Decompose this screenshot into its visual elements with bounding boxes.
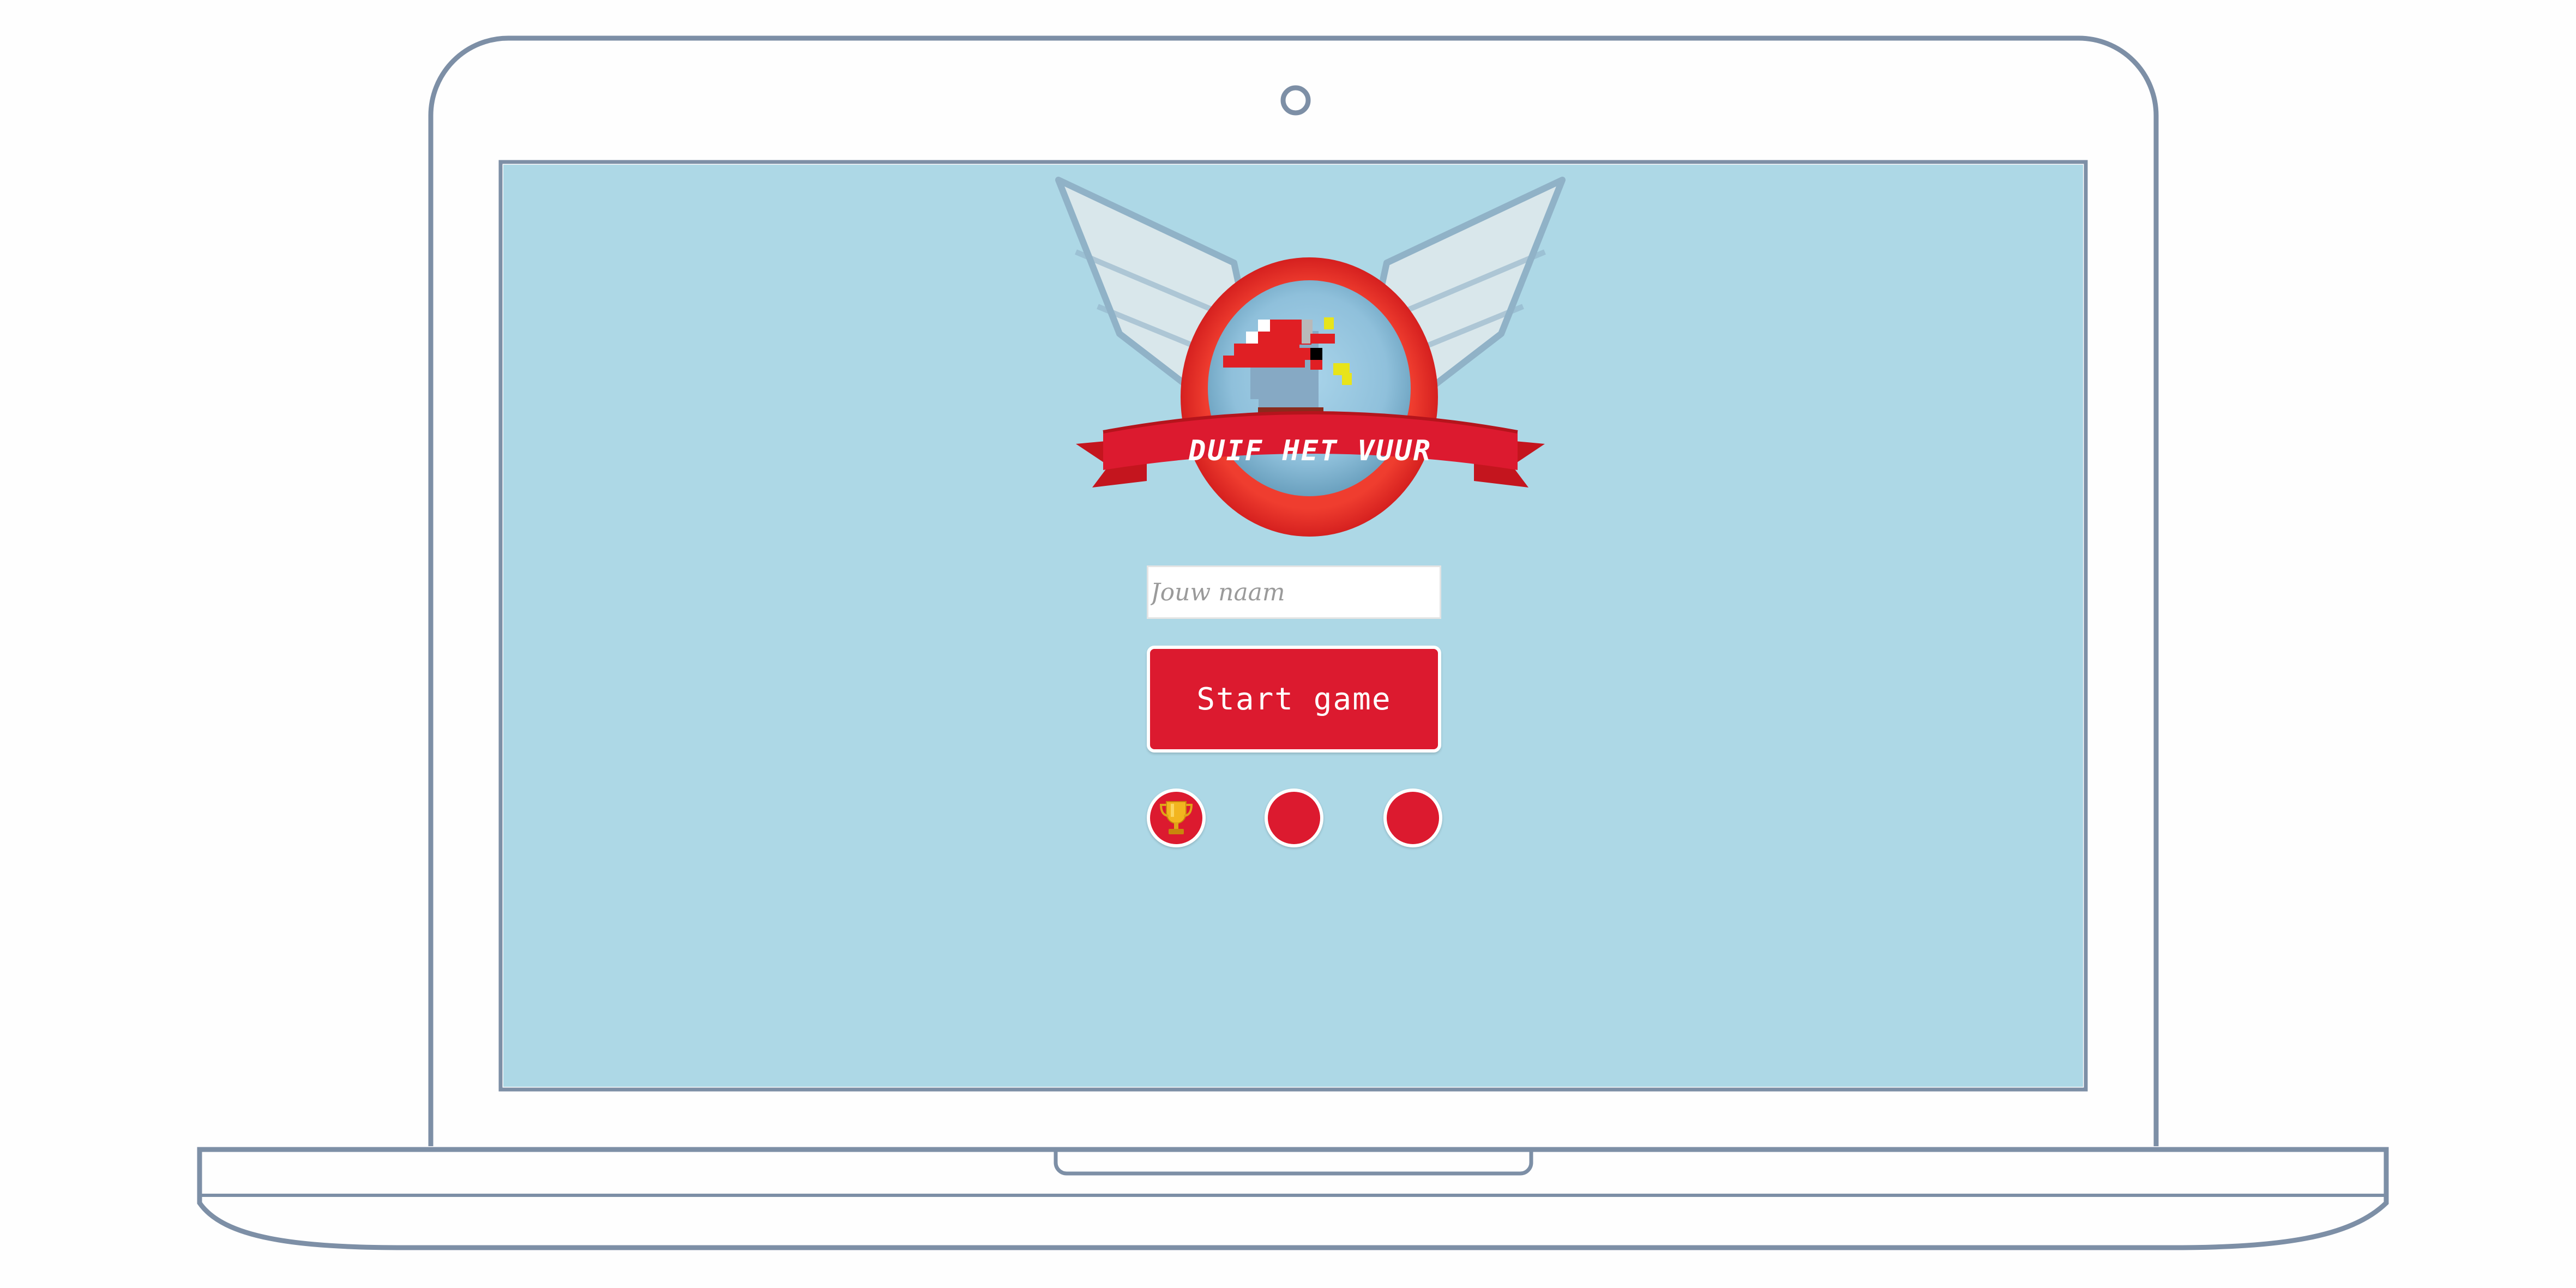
game-logo: DUIF HET VUUR [1055, 177, 1566, 537]
start-game-button[interactable]: Start game [1147, 646, 1441, 753]
laptop-mockup: DUIF HET VUUR Start game [0, 0, 2576, 1288]
name-input[interactable] [1147, 565, 1441, 619]
round-button-2[interactable] [1265, 789, 1323, 847]
trophy-button[interactable] [1147, 789, 1206, 847]
trophy-icon [1159, 801, 1193, 834]
round-button-3[interactable] [1383, 789, 1442, 847]
game-screen: DUIF HET VUUR Start game [503, 165, 2083, 1087]
camera-icon [1280, 85, 1311, 116]
logo-title: DUIF HET VUUR [1188, 435, 1432, 467]
